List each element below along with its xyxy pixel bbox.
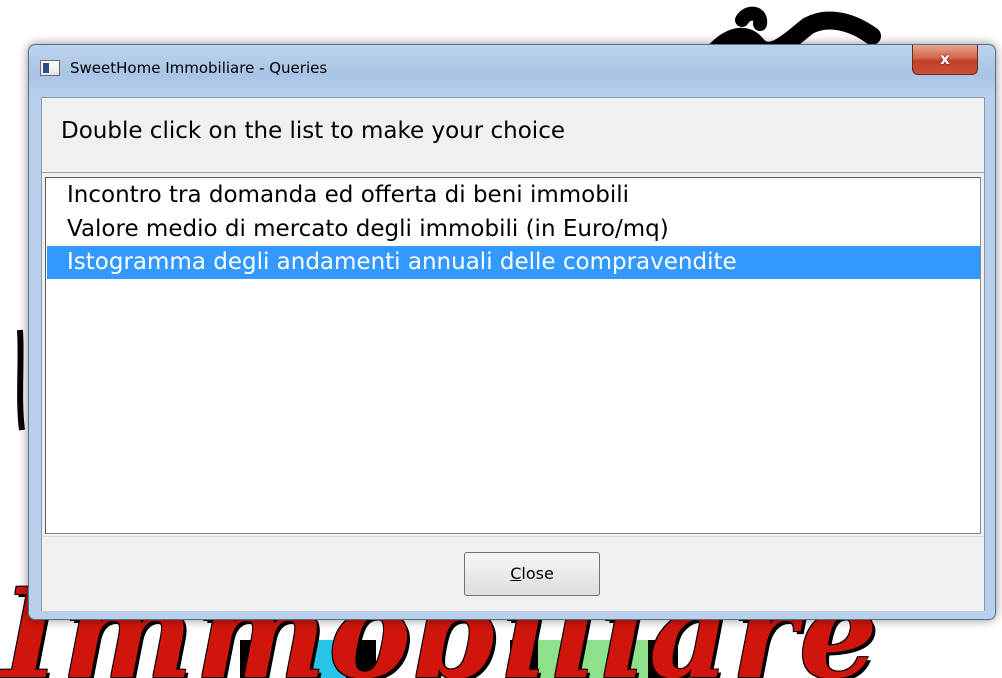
list-item-valore-medio[interactable]: Valore medio di mercato degli immobili (… xyxy=(47,213,980,246)
list-item-incontro[interactable]: Incontro tra domanda ed offerta di beni … xyxy=(47,179,980,212)
close-button-mnemonic: C xyxy=(510,564,522,583)
dialog-client-area: Double click on the list to make your ch… xyxy=(41,97,985,611)
queries-dialog: SweetHome Immobiliare - Queries x Double… xyxy=(28,44,996,620)
app-window-icon[interactable] xyxy=(40,60,60,76)
queries-listbox[interactable]: Incontro tra domanda ed offerta di beni … xyxy=(45,177,981,534)
instruction-label: Double click on the list to make your ch… xyxy=(61,118,565,144)
title-bar[interactable]: SweetHome Immobiliare - Queries x xyxy=(29,45,995,95)
window-close-button[interactable]: x xyxy=(912,45,978,75)
dialog-footer: Close xyxy=(42,536,984,611)
close-button[interactable]: Close xyxy=(464,552,600,596)
left-edge-mark xyxy=(17,329,25,431)
window-title: SweetHome Immobiliare - Queries xyxy=(70,59,328,77)
instruction-panel: Double click on the list to make your ch… xyxy=(42,98,984,173)
close-button-label: lose xyxy=(521,564,554,583)
close-x-icon: x xyxy=(940,50,950,68)
squiggle-hook xyxy=(735,6,768,31)
list-item-istogramma[interactable]: Istogramma degli andamenti annuali delle… xyxy=(47,246,980,279)
